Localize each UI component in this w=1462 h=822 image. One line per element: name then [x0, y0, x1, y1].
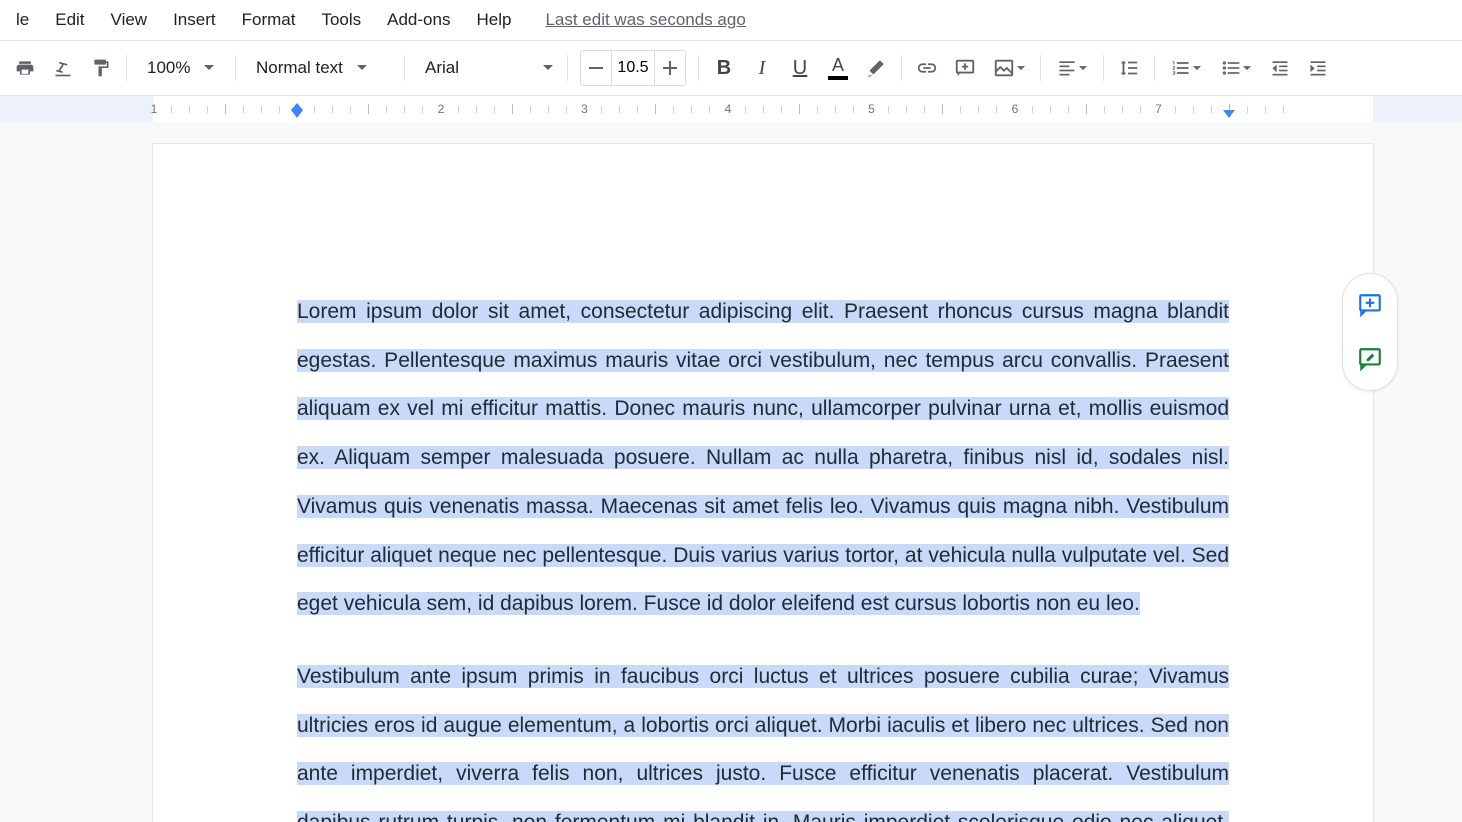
italic-button[interactable]: I	[743, 49, 781, 87]
caret-down-icon	[543, 65, 553, 71]
paint-roller-icon	[90, 58, 112, 78]
font-size-input[interactable]: 10.5	[611, 51, 655, 85]
menu-insert[interactable]: Insert	[163, 4, 226, 36]
font-dropdown[interactable]: Arial	[411, 49, 561, 87]
menu-addons[interactable]: Add-ons	[377, 4, 460, 36]
menu-bar: le Edit View Insert Format Tools Add-ons…	[0, 0, 1462, 40]
underline-button[interactable]: U	[781, 49, 819, 87]
paragraph[interactable]: Vestibulum ante ipsum primis in faucibus…	[297, 653, 1229, 822]
style-value: Normal text	[256, 58, 343, 78]
image-icon	[993, 57, 1015, 79]
add-comment-floating[interactable]	[1353, 288, 1387, 322]
align-left-icon	[1057, 58, 1077, 78]
menu-help[interactable]: Help	[466, 4, 521, 36]
clear-format-button[interactable]	[44, 49, 82, 87]
separator	[404, 55, 405, 81]
font-size-control: 10.5	[580, 50, 686, 86]
underline-icon: U	[793, 57, 807, 80]
plus-icon	[663, 61, 677, 75]
clear-format-icon	[52, 58, 74, 78]
last-edit-status[interactable]: Last edit was seconds ago	[545, 10, 745, 30]
insert-image-button[interactable]	[984, 49, 1034, 87]
line-spacing-button[interactable]	[1110, 49, 1148, 87]
outdent-icon	[1270, 58, 1290, 78]
highlight-icon	[865, 57, 887, 79]
zoom-value: 100%	[147, 58, 190, 78]
bold-icon: B	[717, 57, 731, 80]
bulleted-list-button[interactable]	[1211, 49, 1261, 87]
caret-down-icon	[204, 65, 214, 71]
right-indent-marker[interactable]	[1223, 110, 1235, 118]
separator	[1040, 55, 1041, 81]
add-comment-button[interactable]	[946, 49, 984, 87]
highlight-button[interactable]	[857, 49, 895, 87]
indent-icon	[1308, 58, 1328, 78]
outdent-button[interactable]	[1261, 49, 1299, 87]
separator	[235, 55, 236, 81]
font-size-decrease[interactable]	[581, 51, 611, 85]
caret-down-icon	[1079, 66, 1087, 71]
page: Lorem ipsum dolor sit amet, consectetur …	[153, 144, 1373, 822]
left-indent-marker[interactable]	[291, 110, 303, 118]
bold-button[interactable]: B	[705, 49, 743, 87]
menu-tools[interactable]: Tools	[311, 4, 371, 36]
numbered-list-icon	[1171, 58, 1191, 78]
comment-plus-icon	[954, 57, 976, 79]
text-color-icon: A	[832, 56, 844, 74]
selected-text: Lorem ipsum dolor sit amet, consectetur …	[297, 300, 1229, 615]
caret-down-icon	[1017, 66, 1025, 71]
caret-down-icon	[1243, 66, 1251, 71]
suggest-edits-floating[interactable]	[1353, 342, 1387, 376]
indent-button[interactable]	[1299, 49, 1337, 87]
align-button[interactable]	[1047, 49, 1097, 87]
text-color-button[interactable]: A	[819, 49, 857, 87]
link-icon	[916, 57, 938, 79]
print-icon	[14, 58, 36, 78]
bulleted-list-icon	[1221, 58, 1241, 78]
numbered-list-button[interactable]	[1161, 49, 1211, 87]
separator	[901, 55, 902, 81]
caret-down-icon	[357, 65, 367, 71]
menu-format[interactable]: Format	[232, 4, 306, 36]
print-button[interactable]	[6, 49, 44, 87]
line-spacing-icon	[1118, 57, 1140, 79]
caret-down-icon	[1193, 66, 1201, 71]
paint-format-button[interactable]	[82, 49, 120, 87]
style-dropdown[interactable]: Normal text	[242, 49, 398, 87]
floating-comment-panel	[1342, 273, 1398, 391]
zoom-dropdown[interactable]: 100%	[133, 49, 229, 87]
menu-file[interactable]: le	[6, 4, 39, 36]
document-canvas: Lorem ipsum dolor sit amet, consectetur …	[0, 122, 1462, 822]
font-value: Arial	[425, 58, 459, 78]
menu-view[interactable]: View	[101, 4, 158, 36]
paragraph[interactable]: Lorem ipsum dolor sit amet, consectetur …	[297, 288, 1229, 629]
suggest-edit-icon	[1356, 346, 1384, 372]
separator	[698, 55, 699, 81]
font-size-increase[interactable]	[655, 51, 685, 85]
insert-link-button[interactable]	[908, 49, 946, 87]
separator	[567, 55, 568, 81]
separator	[126, 55, 127, 81]
comment-plus-icon	[1356, 292, 1384, 318]
separator	[1103, 55, 1104, 81]
page-content[interactable]: Lorem ipsum dolor sit amet, consectetur …	[297, 288, 1229, 822]
ruler[interactable]: 11234567	[0, 96, 1462, 122]
italic-icon: I	[759, 57, 766, 80]
toolbar: 100% Normal text Arial 10.5 B I U A	[0, 40, 1462, 96]
selected-text: Vestibulum ante ipsum primis in faucibus…	[297, 665, 1229, 822]
minus-icon	[589, 67, 603, 69]
menu-edit[interactable]: Edit	[45, 4, 94, 36]
separator	[1154, 55, 1155, 81]
